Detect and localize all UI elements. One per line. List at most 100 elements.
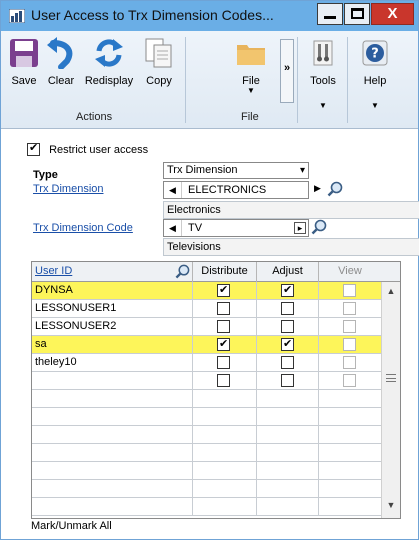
adjust-checkbox[interactable] <box>281 320 294 333</box>
distribute-checkbox[interactable] <box>217 374 230 387</box>
view-cell <box>319 390 381 407</box>
vertical-scrollbar[interactable]: ▲ ▼ <box>381 282 400 518</box>
view-cell <box>319 300 381 317</box>
restrict-access-checkbox[interactable]: Restrict user access <box>27 141 148 156</box>
table-row[interactable]: theley10 <box>32 354 381 372</box>
lookup-icon[interactable] <box>327 181 343 197</box>
adjust-checkbox[interactable] <box>281 356 294 369</box>
file-menu-button[interactable]: File ▼ <box>231 37 271 95</box>
table-row[interactable] <box>32 462 381 480</box>
distribute-checkbox[interactable] <box>217 336 230 353</box>
tools-button[interactable]: Tools ▼ <box>303 37 343 110</box>
redisplay-button[interactable]: Redisplay <box>81 37 137 87</box>
table-row[interactable] <box>32 408 381 426</box>
distribute-checkbox[interactable] <box>217 320 230 333</box>
copy-button[interactable]: Copy <box>139 37 179 87</box>
table-row[interactable] <box>32 444 381 462</box>
table-row[interactable] <box>32 372 381 390</box>
view-checkbox <box>343 338 356 351</box>
adjust-checkbox[interactable] <box>281 336 294 353</box>
ribbon-more-button[interactable]: » <box>280 39 294 103</box>
expand-icon[interactable]: ▸ <box>294 222 306 234</box>
scroll-down-icon[interactable]: ▼ <box>382 500 400 516</box>
table-row[interactable]: LESSONUSER2 <box>32 318 381 336</box>
chevron-down-icon: ▾ <box>299 165 305 176</box>
undo-icon <box>47 37 73 69</box>
view-cell <box>319 498 381 515</box>
actions-group-label: Actions <box>76 111 113 123</box>
user-id-cell[interactable] <box>32 444 193 461</box>
checkbox[interactable] <box>27 141 40 156</box>
trx-dimension-link[interactable]: Trx Dimension <box>33 183 104 195</box>
adjust-cell <box>257 390 319 407</box>
clear-label: Clear <box>47 75 75 87</box>
user-id-cell[interactable]: LESSONUSER1 <box>32 300 193 317</box>
user-id-cell[interactable]: theley10 <box>32 354 193 371</box>
view-cell <box>319 318 381 335</box>
table-row[interactable] <box>32 426 381 444</box>
user-id-cell[interactable] <box>32 426 193 443</box>
user-id-cell[interactable] <box>32 390 193 407</box>
arrow-left-icon[interactable]: ◀ <box>164 220 182 236</box>
distribute-checkbox[interactable] <box>217 302 230 315</box>
view-checkbox <box>343 374 356 387</box>
clear-button[interactable]: Clear <box>43 37 79 87</box>
table-row[interactable] <box>32 498 381 516</box>
ribbon-separator <box>185 37 186 123</box>
save-button[interactable]: Save <box>7 37 41 87</box>
table-row[interactable] <box>32 390 381 408</box>
user-id-cell[interactable] <box>32 480 193 497</box>
distribute-cell <box>193 300 257 317</box>
maximize-icon <box>351 8 364 19</box>
folder-icon <box>237 45 265 65</box>
table-row[interactable]: sa <box>32 336 381 354</box>
scroll-up-icon[interactable]: ▲ <box>382 286 400 302</box>
adjust-cell <box>257 462 319 479</box>
trx-dimension-code-field[interactable]: ◀ TV ▸ <box>163 219 309 237</box>
distribute-cell <box>193 462 257 479</box>
help-button[interactable]: ? Help ▼ <box>355 37 395 110</box>
type-select[interactable]: Trx Dimension ▾ <box>163 162 309 179</box>
user-id-column-header[interactable]: User ID <box>32 262 193 282</box>
adjust-checkbox[interactable] <box>281 302 294 315</box>
chevron-down-icon: ▼ <box>371 101 379 110</box>
user-id-cell[interactable] <box>32 372 193 389</box>
user-id-cell[interactable]: DYNSA <box>32 282 193 299</box>
user-id-cell[interactable]: sa <box>32 336 193 353</box>
table-row[interactable] <box>32 480 381 498</box>
adjust-checkbox[interactable] <box>281 282 294 299</box>
tools-label: Tools <box>310 75 336 87</box>
distribute-checkbox[interactable] <box>217 356 230 369</box>
user-id-cell[interactable]: LESSONUSER2 <box>32 318 193 335</box>
mark-unmark-all-label: Mark/Unmark All <box>31 520 112 532</box>
adjust-cell <box>257 372 319 389</box>
trx-dimension-code-description: Televisions <box>163 238 419 256</box>
lookup-icon[interactable] <box>311 219 327 235</box>
adjust-cell <box>257 426 319 443</box>
close-button[interactable]: X <box>371 3 414 25</box>
scroll-grip-icon[interactable] <box>386 374 396 382</box>
distribute-cell <box>193 318 257 335</box>
arrow-left-icon[interactable]: ◀ <box>164 182 182 198</box>
maximize-button[interactable] <box>344 3 370 25</box>
minimize-button[interactable] <box>317 3 343 25</box>
user-id-cell[interactable] <box>32 462 193 479</box>
table-row[interactable]: DYNSA <box>32 282 381 300</box>
adjust-cell <box>257 498 319 515</box>
trx-dimension-field[interactable]: ◀ ELECTRONICS <box>163 181 309 199</box>
distribute-cell <box>193 354 257 371</box>
view-checkbox <box>343 320 356 333</box>
svg-text:?: ? <box>371 47 379 62</box>
user-id-cell[interactable] <box>32 408 193 425</box>
adjust-column-header: Adjust <box>257 262 319 282</box>
view-cell <box>319 336 381 353</box>
lookup-icon[interactable] <box>175 264 190 279</box>
help-label: Help <box>363 75 387 87</box>
distribute-checkbox[interactable] <box>217 282 230 299</box>
adjust-checkbox[interactable] <box>281 374 294 387</box>
user-id-cell[interactable] <box>32 498 193 515</box>
arrow-right-icon[interactable]: ▶ <box>314 183 321 194</box>
grid-header: User ID Distribute Adjust View <box>32 262 400 282</box>
table-row[interactable]: LESSONUSER1 <box>32 300 381 318</box>
trx-dimension-code-link[interactable]: Trx Dimension Code <box>33 222 133 234</box>
